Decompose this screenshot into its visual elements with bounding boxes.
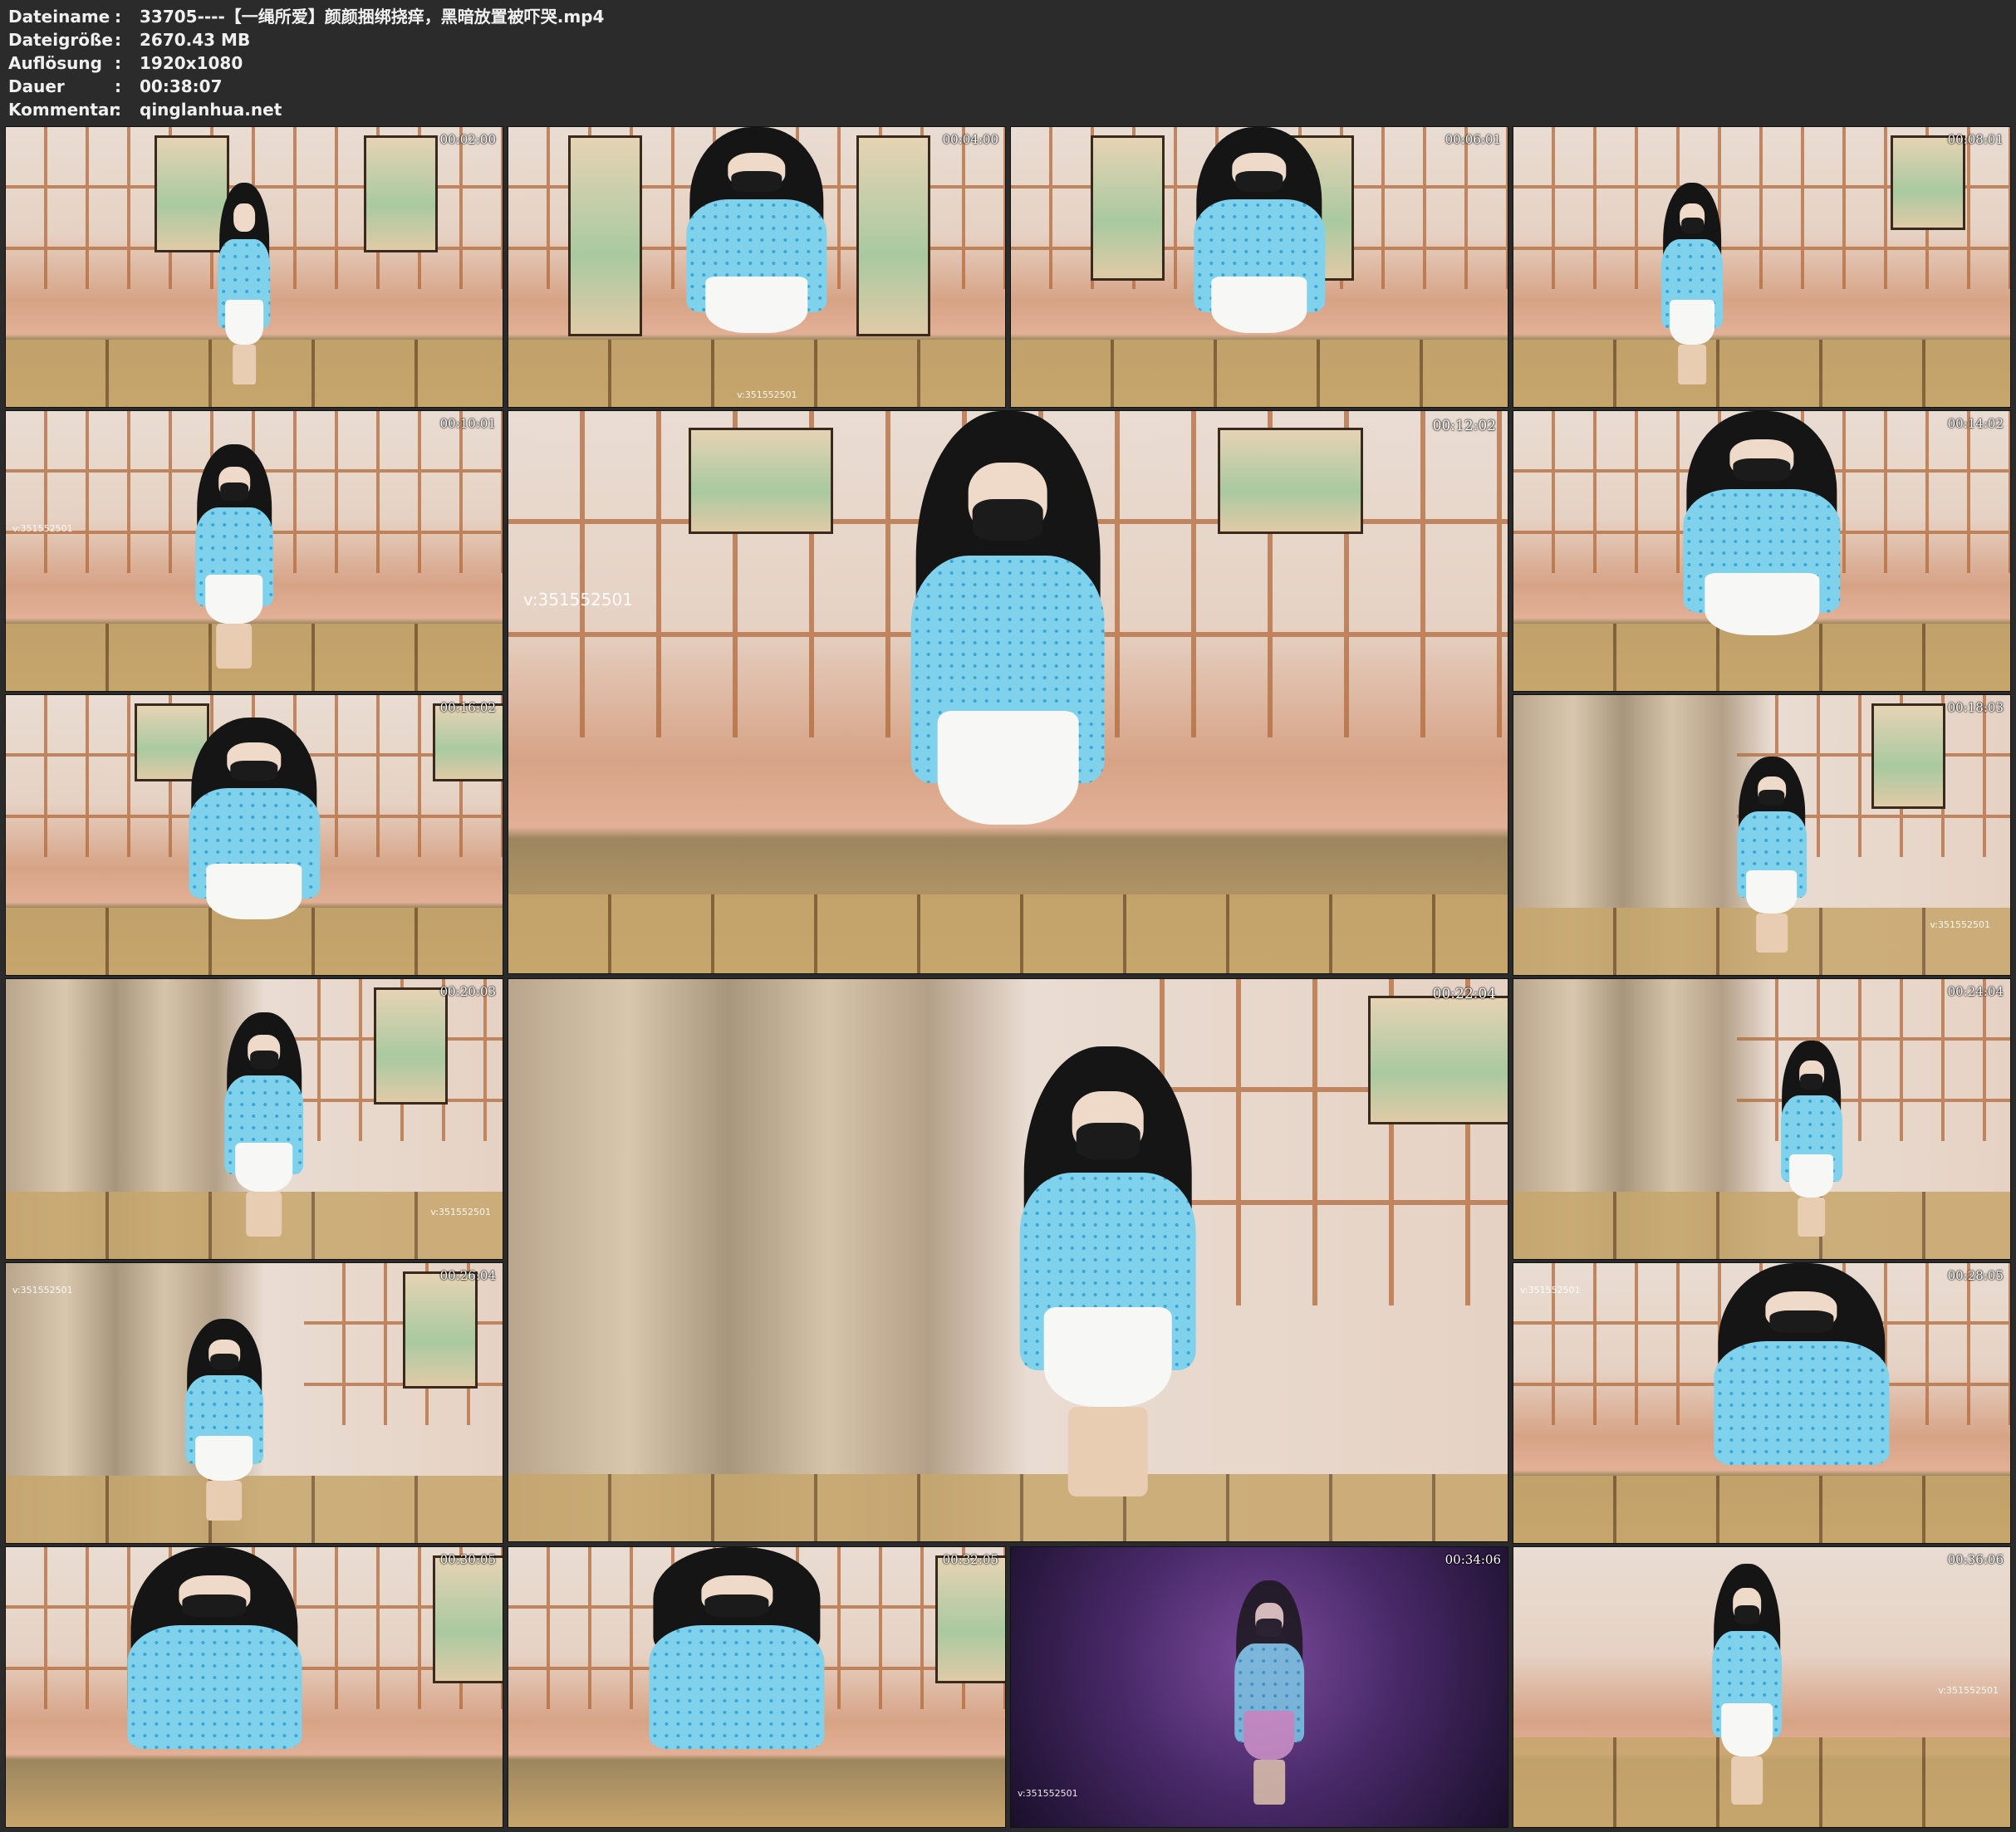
wall-scroll bbox=[433, 1555, 503, 1684]
info-key: Kommentar bbox=[8, 100, 118, 120]
thumbnail-frame[interactable]: 00:24:04 bbox=[1513, 979, 2010, 1259]
watermark: v:351552501 bbox=[12, 522, 73, 534]
info-row-comment: Kommentar : qinglanhua.net bbox=[8, 98, 604, 121]
wall-scroll bbox=[433, 703, 503, 781]
wall-scroll bbox=[1891, 135, 1966, 230]
thumbnail-frame[interactable]: 00:02:00 bbox=[6, 127, 503, 407]
wall-scroll bbox=[373, 987, 449, 1105]
watermark: v:351552501 bbox=[1520, 1285, 1581, 1296]
timestamp: 00:36:06 bbox=[1947, 1552, 2004, 1567]
info-key: Auflösung bbox=[8, 53, 102, 73]
timestamp: 00:20:03 bbox=[439, 984, 496, 999]
timestamp: 00:24:04 bbox=[1947, 984, 2004, 999]
watermark: v:351552501 bbox=[1938, 1685, 1999, 1696]
timestamp: 00:10:01 bbox=[439, 416, 496, 431]
wall-scroll bbox=[1090, 135, 1165, 281]
file-info: Dateiname : 33705----【一绳所爱】颜颜捆绑挠痒，黑暗放置被吓… bbox=[8, 5, 604, 121]
timestamp: 00:16:02 bbox=[439, 700, 496, 715]
wall-scroll bbox=[567, 135, 643, 336]
info-row-resolution: Auflösung : 1920x1080 bbox=[8, 51, 604, 75]
info-row-duration: Dauer : 00:38:07 bbox=[8, 75, 604, 98]
watermark: v:351552501 bbox=[430, 1207, 491, 1217]
thumbnail-frame[interactable]: 00:18:03 v:351552501 bbox=[1513, 695, 2010, 975]
timestamp: 00:30:05 bbox=[439, 1552, 496, 1567]
timestamp: 00:02:00 bbox=[439, 132, 496, 147]
wall-scroll bbox=[363, 135, 439, 252]
timestamp: 00:32:05 bbox=[942, 1552, 998, 1567]
timestamp: 00:18:03 bbox=[1947, 700, 2004, 715]
timestamp: 00:22:04 bbox=[1432, 986, 1496, 1002]
wall-scroll bbox=[1367, 996, 1508, 1125]
thumbnail-frame[interactable]: 00:10:01 v:351552501 bbox=[6, 411, 503, 691]
wall-scroll bbox=[1871, 703, 1946, 810]
timestamp: 00:26:04 bbox=[439, 1268, 496, 1283]
timestamp: 00:08:01 bbox=[1947, 132, 2004, 147]
watermark: v:351552501 bbox=[737, 389, 797, 400]
info-key: Dauer bbox=[8, 76, 65, 96]
timestamp: 00:34:06 bbox=[1445, 1552, 1501, 1567]
thumbnail-frame[interactable]: 00:06:01 bbox=[1011, 127, 1508, 407]
wall-scroll bbox=[1218, 428, 1363, 535]
timestamp: 00:06:01 bbox=[1445, 132, 1501, 147]
thumbnail-frame[interactable]: 00:26:04 v:351552501 bbox=[6, 1263, 503, 1543]
info-value: qinglanhua.net bbox=[140, 100, 282, 120]
info-value: 2670.43 MB bbox=[140, 30, 251, 50]
thumbnail-frame[interactable]: 00:08:01 bbox=[1513, 127, 2010, 407]
wall-scroll bbox=[688, 428, 833, 535]
thumbnail-frame-featured[interactable]: 00:12:02 v:351552501 bbox=[508, 411, 1508, 973]
info-row-filesize: Dateigröße : 2670.43 MB bbox=[8, 28, 604, 51]
info-value: 00:38:07 bbox=[140, 76, 223, 96]
wall-scroll bbox=[935, 1555, 1005, 1684]
info-value: 33705----【一绳所爱】颜颜捆绑挠痒，黑暗放置被吓哭.mp4 bbox=[140, 7, 605, 27]
info-key: Dateigröße bbox=[8, 30, 113, 50]
thumbnail-frame[interactable]: 00:20:03 v:351552501 bbox=[6, 979, 503, 1259]
info-separator: : bbox=[115, 7, 121, 27]
wall-scroll bbox=[403, 1271, 478, 1389]
timestamp: 00:12:02 bbox=[1432, 418, 1496, 434]
info-separator: : bbox=[115, 30, 121, 50]
thumbnail-frame-featured[interactable]: 00:22:04 bbox=[508, 979, 1508, 1541]
timestamp: 00:28:05 bbox=[1947, 1268, 2004, 1283]
thumbnail-frame[interactable]: 00:36:06 v:351552501 bbox=[1513, 1547, 2010, 1827]
thumbnail-frame[interactable]: 00:14:02 bbox=[1513, 411, 2010, 691]
timestamp: 00:04:00 bbox=[942, 132, 998, 147]
thumbnail-frame[interactable]: 00:32:05 bbox=[508, 1547, 1005, 1827]
thumbnail-frame[interactable]: 00:34:06 v:351552501 bbox=[1011, 1547, 1508, 1827]
timestamp: 00:14:02 bbox=[1947, 416, 2004, 431]
watermark: v:351552501 bbox=[12, 1285, 73, 1296]
thumbnail-frame[interactable]: 00:30:05 bbox=[6, 1547, 503, 1827]
info-row-filename: Dateiname : 33705----【一绳所爱】颜颜捆绑挠痒，黑暗放置被吓… bbox=[8, 5, 604, 28]
thumbnail-frame[interactable]: 00:16:02 bbox=[6, 695, 503, 975]
info-separator: : bbox=[115, 100, 121, 120]
thumbnail-frame[interactable]: 00:28:05 v:351552501 bbox=[1513, 1263, 2010, 1543]
info-separator: : bbox=[115, 76, 121, 96]
info-separator: : bbox=[115, 53, 121, 73]
watermark: v:351552501 bbox=[1018, 1788, 1078, 1799]
watermark: v:351552501 bbox=[523, 590, 634, 610]
thumbnail-frame[interactable]: 00:04:00 v:351552501 bbox=[508, 127, 1005, 407]
info-value: 1920x1080 bbox=[140, 53, 243, 73]
wall-scroll bbox=[856, 135, 931, 336]
watermark: v:351552501 bbox=[1930, 919, 1990, 930]
info-key: Dateiname bbox=[8, 7, 110, 27]
